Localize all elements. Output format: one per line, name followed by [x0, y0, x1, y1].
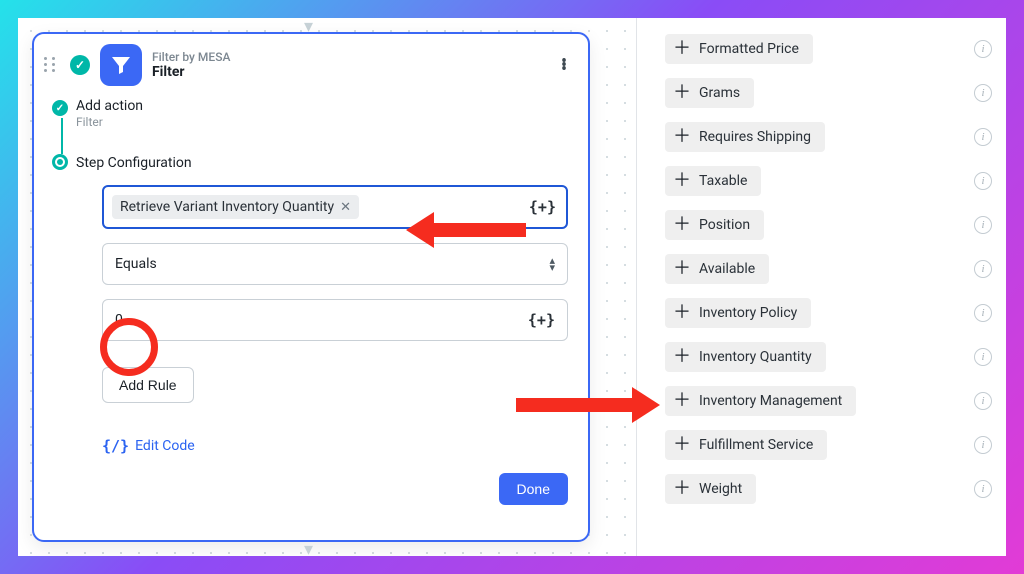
variable-label: Formatted Price — [699, 41, 799, 57]
variable-pill-formatted-price[interactable]: ＋ Formatted Price — [665, 34, 813, 64]
done-button[interactable]: Done — [499, 473, 568, 505]
info-icon[interactable]: i — [974, 348, 992, 366]
connector-out-icon: ▾ — [304, 539, 313, 556]
variable-pill-taxable[interactable]: ＋ Taxable — [665, 166, 761, 196]
card-header: ✓ Filter by MESA Filter ••• — [34, 34, 588, 94]
plus-icon: ＋ — [673, 350, 691, 364]
token-remove-icon[interactable]: ✕ — [340, 200, 351, 215]
step-complete-icon: ✓ — [52, 100, 68, 116]
card-title: Filter — [152, 64, 544, 80]
info-icon[interactable]: i — [974, 84, 992, 102]
variable-pill-available[interactable]: ＋ Available — [665, 254, 769, 284]
insert-variable-button[interactable]: {+} — [529, 198, 556, 216]
variable-row: ＋ Inventory Quantity i — [665, 342, 992, 372]
add-rule-button[interactable]: Add Rule — [102, 367, 194, 403]
variable-row: ＋ Available i — [665, 254, 992, 284]
variable-pill-inventory-quantity[interactable]: ＋ Inventory Quantity — [665, 342, 826, 372]
plus-icon: ＋ — [673, 306, 691, 320]
variables-panel: ＋ Formatted Price i ＋ Grams i ＋ Requires Sh… — [636, 18, 1006, 556]
variable-row: ＋ Fulfillment Service i — [665, 430, 992, 460]
add-action-heading: Add action — [76, 98, 568, 114]
provider-label: Filter by MESA — [152, 50, 544, 64]
step-active-icon — [52, 154, 68, 170]
variable-row: ＋ Grams i — [665, 78, 992, 108]
variable-token-chip[interactable]: Retrieve Variant Inventory Quantity ✕ — [112, 195, 359, 219]
info-icon[interactable]: i — [974, 40, 992, 58]
variable-row: ＋ Inventory Policy i — [665, 298, 992, 328]
variable-pill-grams[interactable]: ＋ Grams — [665, 78, 754, 108]
info-icon[interactable]: i — [974, 260, 992, 278]
variable-row: ＋ Taxable i — [665, 166, 992, 196]
variable-row: ＋ Position i — [665, 210, 992, 240]
info-icon[interactable]: i — [974, 172, 992, 190]
edit-code-label: Edit Code — [135, 438, 195, 454]
filter-step-card: ✓ Filter by MESA Filter ••• ✓ Add action… — [32, 32, 590, 542]
canvas-panel: ▾ ✓ Filter by MESA Filter ••• ✓ — [18, 18, 636, 556]
edit-code-link[interactable]: {/} Edit Code — [102, 437, 568, 455]
variable-row: ＋ Requires Shipping i — [665, 122, 992, 152]
plus-icon: ＋ — [673, 482, 691, 496]
variable-row: ＋ Inventory Management i — [665, 386, 992, 416]
plus-icon: ＋ — [673, 394, 691, 408]
variable-label: Inventory Policy — [699, 305, 797, 321]
card-menu-button[interactable]: ••• — [554, 59, 574, 71]
info-icon[interactable]: i — [974, 128, 992, 146]
add-action-sub: Filter — [76, 115, 568, 129]
variable-label: Requires Shipping — [699, 129, 811, 145]
variable-label: Position — [699, 217, 750, 233]
select-caret-icon: ▴▾ — [549, 257, 555, 271]
variable-label: Weight — [699, 481, 742, 497]
variable-pill-weight[interactable]: ＋ Weight — [665, 474, 756, 504]
step-config-heading: Step Configuration — [76, 155, 568, 171]
condition-left-operand-input[interactable]: Retrieve Variant Inventory Quantity ✕ {+… — [102, 185, 568, 229]
variable-label: Available — [699, 261, 755, 277]
variable-pill-inventory-policy[interactable]: ＋ Inventory Policy — [665, 298, 811, 328]
filter-app-icon — [100, 44, 142, 86]
variable-pill-fulfillment-service[interactable]: ＋ Fulfillment Service — [665, 430, 827, 460]
info-icon[interactable]: i — [974, 392, 992, 410]
plus-icon: ＋ — [673, 174, 691, 188]
condition-operator-select[interactable]: Equals ▴▾ — [102, 243, 568, 285]
drag-handle-icon[interactable] — [44, 57, 58, 73]
variable-pill-requires-shipping[interactable]: ＋ Requires Shipping — [665, 122, 825, 152]
variable-label: Taxable — [699, 173, 747, 189]
plus-icon: ＋ — [673, 42, 691, 56]
token-label: Retrieve Variant Inventory Quantity — [120, 199, 334, 215]
plus-icon: ＋ — [673, 438, 691, 452]
variable-label: Grams — [699, 85, 740, 101]
variable-pill-position[interactable]: ＋ Position — [665, 210, 764, 240]
builder-surface: ▾ ✓ Filter by MESA Filter ••• ✓ — [18, 18, 1006, 556]
variable-label: Fulfillment Service — [699, 437, 813, 453]
info-icon[interactable]: i — [974, 480, 992, 498]
condition-value-input[interactable]: 0 {+} — [102, 299, 568, 341]
info-icon[interactable]: i — [974, 304, 992, 322]
plus-icon: ＋ — [673, 262, 691, 276]
status-check-icon: ✓ — [70, 55, 90, 75]
code-braces-icon: {/} — [102, 437, 129, 455]
variable-label: Inventory Management — [699, 393, 842, 409]
operator-value: Equals — [115, 256, 157, 272]
variable-row: ＋ Formatted Price i — [665, 34, 992, 64]
info-icon[interactable]: i — [974, 436, 992, 454]
info-icon[interactable]: i — [974, 216, 992, 234]
variable-pill-inventory-management[interactable]: ＋ Inventory Management — [665, 386, 856, 416]
step-rail: ✓ — [52, 100, 72, 170]
insert-variable-button-2[interactable]: {+} — [528, 311, 555, 329]
value-text: 0 — [115, 312, 123, 328]
plus-icon: ＋ — [673, 218, 691, 232]
plus-icon: ＋ — [673, 130, 691, 144]
variable-row: ＋ Weight i — [665, 474, 992, 504]
variable-label: Inventory Quantity — [699, 349, 812, 365]
plus-icon: ＋ — [673, 86, 691, 100]
